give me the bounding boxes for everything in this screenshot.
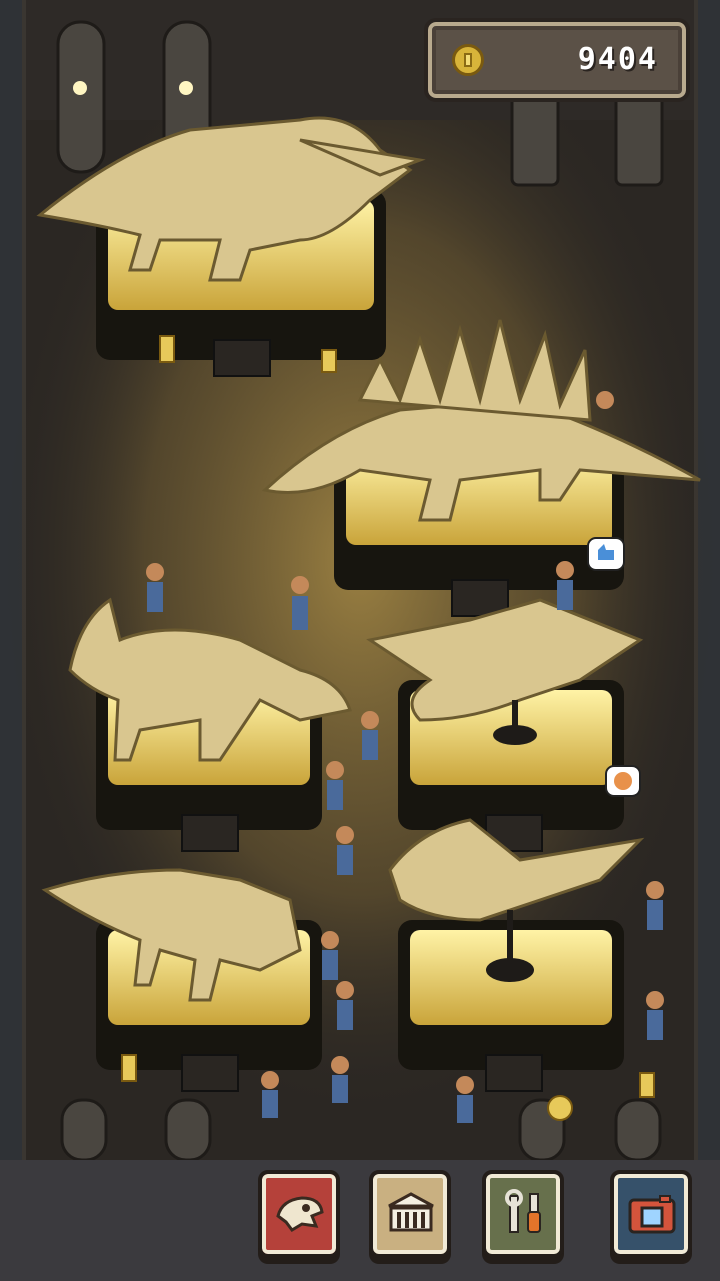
dino-skull-icon [276, 1196, 324, 1232]
museum-building-icon [388, 1192, 434, 1232]
coin-counter: 9404 [424, 18, 690, 102]
camera-button[interactable] [610, 1170, 692, 1258]
fossils-button[interactable] [258, 1170, 340, 1258]
camera-icon [628, 1195, 676, 1234]
happy-face-icon [605, 765, 641, 797]
coin-icon [452, 44, 484, 76]
wrench-screwdriver-icon [505, 1189, 541, 1233]
thumbs-up-icon [587, 537, 625, 571]
museum-scene [0, 0, 720, 1281]
coin-count: 9404 [577, 42, 658, 77]
bottom-toolbar [0, 1160, 720, 1281]
museum-button[interactable] [369, 1170, 451, 1258]
tools-button[interactable] [482, 1170, 564, 1258]
